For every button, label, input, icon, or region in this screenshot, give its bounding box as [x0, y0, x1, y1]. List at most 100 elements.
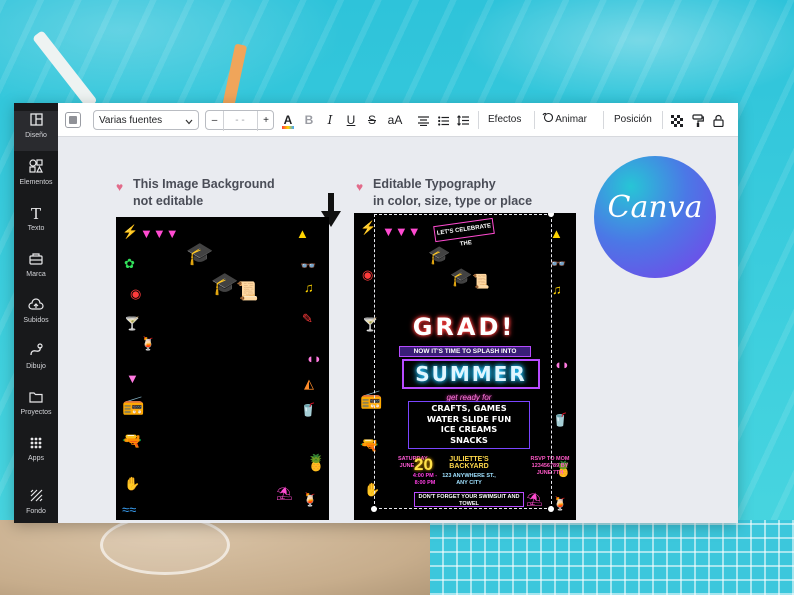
bullet-list-button[interactable] [435, 110, 451, 130]
transparency-button[interactable] [669, 110, 685, 130]
font-size-stepper[interactable]: – - - + [205, 110, 274, 131]
brand-icon [14, 250, 58, 270]
sidebar-item-label: Subidos [23, 317, 49, 324]
neon-diploma-icon: 📜 [236, 281, 259, 301]
neon-icecream-icon: ▼ [126, 371, 139, 386]
sidebar-item-fondo[interactable]: Fondo [14, 487, 58, 527]
folder-icon [14, 388, 58, 408]
toolbar-divider [478, 111, 479, 129]
sidebar-item-diseno[interactable]: Diseño [14, 111, 58, 151]
caption-line: not editable [133, 194, 204, 208]
sidebar-item-label: Elementos [19, 179, 53, 186]
sidebar-item-texto[interactable]: T Texto [14, 204, 58, 244]
letter-case-button[interactable]: aA [385, 110, 405, 130]
effects-button[interactable]: Efectos [488, 110, 521, 130]
lock-button[interactable] [710, 110, 726, 130]
canva-editor-window: Diseño Elementos T Texto Marca Subidos D… [14, 103, 738, 523]
resize-handle[interactable] [548, 213, 554, 217]
sidebar-item-label: Diseño [25, 132, 47, 139]
neon-watergun-icon: 🔫 [122, 433, 142, 450]
upload-cloud-icon [14, 296, 58, 316]
resize-handle[interactable] [548, 506, 554, 512]
sidebar-item-proyectos[interactable]: Proyectos [14, 388, 58, 428]
heart-icon: ♥ [356, 180, 364, 194]
line-spacing-icon [457, 113, 469, 127]
text-toolbar: Varias fuentes – - - + A B I U S aA Efec… [58, 103, 738, 137]
neon-music-icon: ♫ [304, 280, 314, 295]
neon-umbrella-icon: ⛱ [276, 486, 293, 501]
underline-button[interactable]: U [343, 110, 359, 130]
font-select-value: Varias fuentes [99, 115, 163, 126]
shapes-icon [14, 158, 58, 178]
neon-boombox-icon: 📻 [122, 395, 145, 415]
increase-size-button[interactable]: + [257, 111, 274, 131]
paint-roller-icon [692, 113, 704, 128]
animate-icon [542, 112, 554, 125]
neon-diploma-icon: ✎ [302, 311, 313, 326]
background-only-page[interactable]: ⚡ ▼▼▼ ✿ ◉ 🍸 🍹 ▼ 📻 🔫 ✋ ≈≈ 🎓 🎓 📜 ▲ 👓 ♫ ✎ ◖… [116, 217, 329, 520]
sidebar-item-apps[interactable]: Apps [14, 434, 58, 474]
position-button[interactable]: Posición [614, 110, 652, 130]
spacing-button[interactable] [455, 110, 471, 130]
text-color-button[interactable]: A [280, 110, 296, 130]
neon-drink-icon: 🍹 [552, 496, 569, 511]
bold-button[interactable]: B [301, 110, 317, 130]
caption-background-not-editable: This Image Background not editable [133, 176, 275, 210]
lock-icon [712, 113, 724, 128]
neon-drink-icon: 🍹 [302, 492, 319, 507]
sidebar-item-label: Proyectos [20, 409, 52, 416]
decrease-size-button[interactable]: – [206, 111, 224, 131]
neon-bunting-icon: ▼▼▼ [140, 226, 179, 241]
editable-invitation-page[interactable]: LET'S CELEBRATE THE ⚡ ▼▼▼ ◉ 🍸 📻 🔫 ✋ 🎓 🎓 … [354, 213, 576, 520]
neon-lemonade-icon: 🥤 [300, 402, 317, 417]
neon-flipflop-icon: ◖◗ [306, 351, 322, 366]
color-swatch-button[interactable] [65, 112, 81, 128]
neon-music-icon: ♫ [552, 282, 562, 297]
toolbar-divider [662, 111, 663, 129]
sidebar-item-elementos[interactable]: Elementos [14, 158, 58, 198]
sidebar-item-label: Marca [26, 271, 46, 278]
background-pattern-icon [14, 487, 58, 507]
neon-cocktail-icon: 🍸 [124, 316, 141, 331]
neon-balloon-icon: ◉ [130, 286, 142, 301]
copy-style-button[interactable] [690, 110, 706, 130]
caption-line: This Image Background [133, 177, 275, 191]
sidebar-item-label: Apps [28, 455, 44, 462]
sidebar-item-dibujo[interactable]: Dibujo [14, 342, 58, 382]
sidebar: Diseño Elementos T Texto Marca Subidos D… [14, 103, 58, 523]
italic-button[interactable]: I [322, 110, 338, 130]
sidebar-item-subidos[interactable]: Subidos [14, 296, 58, 336]
align-center-button[interactable] [415, 110, 431, 130]
transparency-icon [671, 113, 683, 127]
animate-button[interactable]: Animar [542, 110, 587, 130]
sidebar-item-marca[interactable]: Marca [14, 250, 58, 290]
animate-label: Animar [555, 114, 587, 125]
font-size-input[interactable]: - - [224, 111, 256, 131]
neon-lemonade-icon: 🥤 [552, 412, 569, 427]
neon-grad-cap-icon: 🎓 [211, 271, 239, 296]
text-color-icon: A [283, 113, 293, 127]
apps-grid-icon [14, 434, 58, 454]
neon-balloon-icon: ◉ [362, 267, 374, 282]
draw-icon [14, 342, 58, 362]
canva-logo-text: Canva [607, 190, 703, 225]
toolbar-divider [603, 111, 604, 129]
toolbar-divider [534, 111, 535, 129]
white-straw [32, 29, 98, 109]
canva-logo: Canva [594, 156, 716, 278]
neon-plant-icon: ✿ [124, 256, 135, 271]
neon-flipflop-icon: ◖◗ [554, 357, 570, 372]
heart-icon: ♥ [116, 180, 124, 194]
font-family-select[interactable]: Varias fuentes [93, 110, 199, 130]
caption-line: in color, size, type or place [373, 194, 533, 208]
selection-box[interactable] [374, 214, 552, 509]
resize-handle[interactable] [371, 506, 377, 512]
neon-cocktail-icon: 🍹 [140, 336, 157, 351]
sidebar-item-label: Dibujo [26, 363, 46, 370]
caption-line: Editable Typography [373, 177, 496, 191]
neon-hand-icon: ✋ [124, 476, 141, 491]
strikethrough-button[interactable]: S [364, 110, 380, 130]
neon-grad-cap-icon: 🎓 [186, 241, 214, 266]
neon-wave-icon: ≈≈ [122, 502, 137, 517]
sidebar-item-label: Texto [27, 225, 45, 232]
